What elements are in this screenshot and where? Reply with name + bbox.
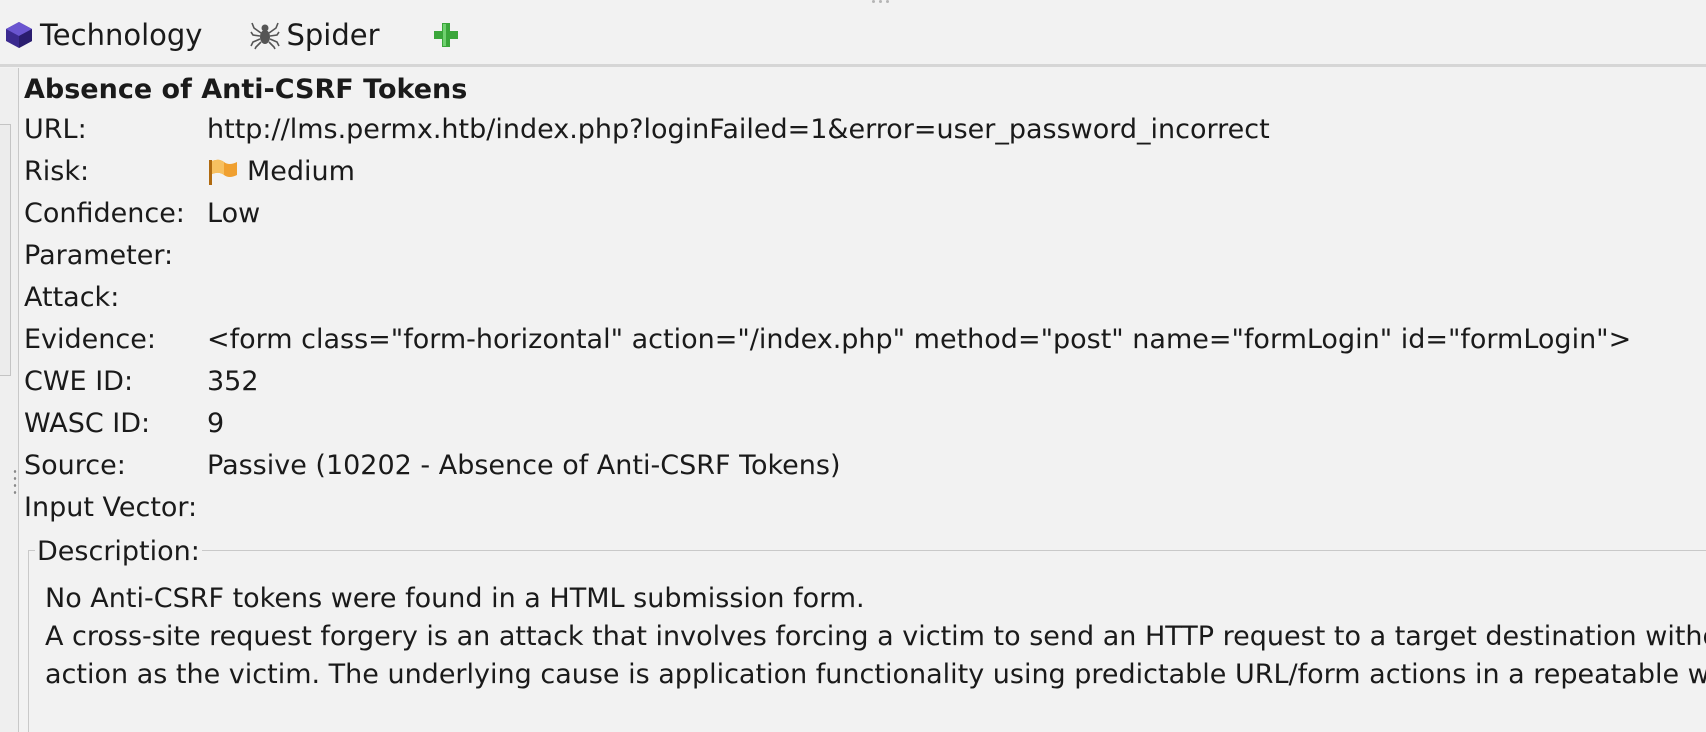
field-wasc-id: WASC ID: 9 xyxy=(24,404,224,444)
field-label: Input Vector: xyxy=(24,492,198,523)
add-tab-button[interactable] xyxy=(432,9,466,61)
field-input-vector: Input Vector: xyxy=(24,488,207,528)
tab-spider-label: Spider xyxy=(286,18,380,52)
field-label: Evidence: xyxy=(24,324,156,355)
field-evidence: Evidence: <form class="form-horizontal" … xyxy=(24,320,1631,360)
field-label: CWE ID: xyxy=(24,366,134,397)
wasc-id-value: 9 xyxy=(207,408,225,439)
url-value[interactable]: http://lms.permx.htb/index.php?loginFail… xyxy=(207,110,1270,150)
risk-medium-flag-icon xyxy=(207,158,239,186)
field-label: Risk: xyxy=(24,156,90,187)
field-label: Confidence: xyxy=(24,198,185,229)
description-line: A cross-site request forgery is an attac… xyxy=(45,621,1706,652)
description-line: No Anti-CSRF tokens were found in a HTML… xyxy=(45,583,865,614)
risk-value: Medium xyxy=(207,152,355,192)
left-panel-edge xyxy=(0,124,11,376)
field-label: WASC ID: xyxy=(24,408,151,439)
tab-bar-divider xyxy=(0,64,1706,67)
resize-grip[interactable] xyxy=(872,0,902,4)
evidence-value: <form class="form-horizontal" action="/i… xyxy=(207,324,1632,355)
alert-details-window: Technology Spider Absence of Anti-CSRF T… xyxy=(0,0,1706,732)
field-source: Source: Passive (10202 - Absence of Anti… xyxy=(24,446,841,486)
add-plus-icon xyxy=(432,21,460,49)
confidence-value: Low xyxy=(207,198,261,229)
spider-icon xyxy=(250,20,281,50)
field-label: URL: xyxy=(24,114,87,145)
field-label: Attack: xyxy=(24,282,120,313)
tab-spider[interactable]: Spider xyxy=(250,9,380,61)
field-risk: Risk: Medium xyxy=(24,152,355,192)
left-splitter[interactable] xyxy=(0,68,19,732)
risk-label: Medium xyxy=(247,156,355,187)
field-url: URL: http://lms.permx.htb/index.php?logi… xyxy=(24,110,1270,150)
splitter-handle[interactable] xyxy=(12,468,18,496)
source-value: Passive (10202 - Absence of Anti-CSRF To… xyxy=(207,450,841,481)
tab-technology-label: Technology xyxy=(40,18,203,52)
field-label: Source: xyxy=(24,450,126,481)
tab-technology[interactable]: Technology xyxy=(4,9,202,61)
field-confidence: Confidence: Low xyxy=(24,194,260,234)
technology-cube-icon xyxy=(4,20,34,50)
tab-bar: Technology Spider xyxy=(0,8,1706,62)
alert-title: Absence of Anti-CSRF Tokens xyxy=(24,74,468,105)
field-cwe-id: CWE ID: 352 xyxy=(24,362,259,402)
alert-detail-panel: Absence of Anti-CSRF Tokens URL: http://… xyxy=(19,68,1706,732)
field-attack: Attack: xyxy=(24,278,207,318)
description-legend: Description: xyxy=(35,533,202,571)
field-parameter: Parameter: xyxy=(24,236,207,276)
cwe-id-value: 352 xyxy=(207,366,259,397)
description-line: action as the victim. The underlying cau… xyxy=(45,659,1706,690)
field-label: Parameter: xyxy=(24,240,174,271)
